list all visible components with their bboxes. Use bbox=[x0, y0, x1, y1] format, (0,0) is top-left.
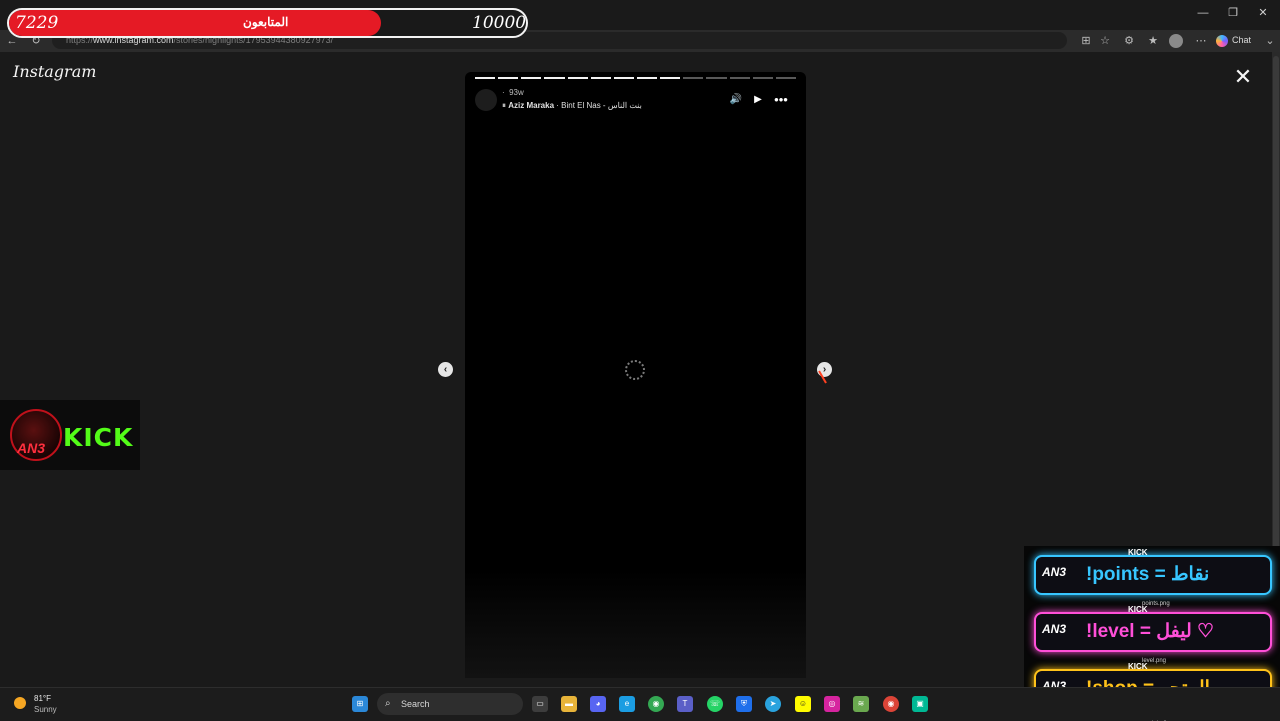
followers-goal: 10000 bbox=[472, 13, 527, 33]
start-windows-icon[interactable]: ⊞ bbox=[352, 696, 368, 712]
play-icon[interactable]: ▶ bbox=[751, 93, 765, 107]
volume-icon[interactable]: 🔊 bbox=[729, 93, 743, 107]
copilot-chat-button[interactable]: Chat bbox=[1216, 32, 1260, 49]
file-explorer-icon[interactable]: ▬ bbox=[561, 696, 577, 712]
story-progress-segment bbox=[729, 77, 750, 79]
story-progress-segment bbox=[544, 77, 565, 79]
more-menu-icon[interactable]: ⋯ bbox=[1193, 33, 1209, 49]
followers-goal-bar: 7229 المتابعون 10000 bbox=[7, 8, 528, 38]
followers-progress-fill bbox=[9, 10, 382, 36]
story-progress-segment bbox=[613, 77, 634, 79]
story-time-text: 93w bbox=[509, 88, 524, 97]
profile-avatar[interactable] bbox=[1169, 34, 1183, 48]
sidebar-toggle-icon[interactable]: ⌄ bbox=[1262, 33, 1278, 49]
story-progress-segment bbox=[752, 77, 773, 79]
extensions-icon[interactable]: ⚙ bbox=[1121, 33, 1137, 49]
task-view-icon[interactable]: ▭ bbox=[532, 696, 548, 712]
chrome-profile-icon[interactable]: ◉ bbox=[883, 696, 899, 712]
story-progress-segment bbox=[567, 77, 588, 79]
story-progress-segment bbox=[775, 77, 796, 79]
command-text: !points = نقاط bbox=[1086, 564, 1210, 585]
story-progress-segment bbox=[636, 77, 658, 79]
whatsapp-icon[interactable]: ☏ bbox=[707, 696, 723, 712]
command-banner: AN3 KICK !level = ليفل ♡ level.png bbox=[1034, 605, 1272, 664]
music-artist: Aziz Maraka bbox=[508, 101, 555, 110]
story-progress-segment bbox=[521, 77, 542, 79]
followers-current: 7229 bbox=[15, 13, 59, 33]
story-progress-segment bbox=[706, 77, 727, 79]
command-an3-badge: AN3 bbox=[1042, 565, 1067, 579]
sun-icon[interactable] bbox=[14, 697, 26, 709]
streamer-badge: AN3 bbox=[17, 440, 46, 456]
kick-studio-icon[interactable]: ▣ bbox=[912, 696, 928, 712]
favorites-icon[interactable]: ★ bbox=[1145, 33, 1161, 49]
snapchat-icon[interactable]: ☺ bbox=[795, 696, 811, 712]
story-more-icon[interactable]: ••• bbox=[774, 93, 788, 107]
chat-label: Chat bbox=[1232, 35, 1252, 45]
previous-story-button[interactable]: ‹ bbox=[438, 362, 453, 377]
story-progress-segment bbox=[475, 77, 496, 79]
window-close-button[interactable]: ✕ bbox=[1252, 4, 1274, 22]
command-kick-tag: KICK bbox=[1128, 605, 1148, 614]
story-progress-segment bbox=[683, 77, 704, 79]
music-title: Bint El Nas - بنت الناس bbox=[561, 101, 642, 110]
minimize-button[interactable]: — bbox=[1192, 4, 1214, 22]
weather-condition[interactable]: Sunny bbox=[34, 705, 57, 714]
search-icon: ⌕ bbox=[385, 698, 391, 709]
story-avatar[interactable] bbox=[475, 89, 497, 111]
taskbar-search[interactable]: Search bbox=[377, 693, 523, 715]
teams-icon[interactable]: T bbox=[677, 696, 693, 712]
command-kick-tag: KICK bbox=[1128, 548, 1148, 557]
copilot-icon bbox=[1216, 34, 1228, 47]
restore-button[interactable]: ❐ bbox=[1222, 4, 1244, 22]
defender-shield-icon[interactable]: ⛨ bbox=[736, 696, 752, 712]
telegram-icon[interactable]: ➤ bbox=[765, 696, 781, 712]
story-time-ago: · 93w bbox=[502, 88, 524, 97]
chrome-icon[interactable]: ◉ bbox=[648, 696, 664, 712]
layers-app-icon[interactable]: ≋ bbox=[853, 696, 869, 712]
story-music-info[interactable]: ⏸ Aziz Maraka · Bint El Nas - بنت الناس bbox=[502, 101, 642, 111]
edge-icon[interactable]: e bbox=[619, 696, 635, 712]
instagram-app-icon[interactable]: ◎ bbox=[824, 696, 840, 712]
instagram-logo[interactable]: Instagram bbox=[13, 62, 96, 81]
command-banner: AN3 KICK !points = نقاط points.png bbox=[1034, 548, 1272, 607]
close-story-icon[interactable]: ✕ bbox=[1232, 66, 1254, 88]
kick-logo: KICK bbox=[63, 423, 134, 452]
command-an3-badge: AN3 bbox=[1042, 622, 1067, 636]
loading-spinner-icon bbox=[625, 360, 645, 380]
search-label: Search bbox=[401, 699, 430, 709]
app-available-icon[interactable]: ⊞ bbox=[1078, 33, 1094, 49]
discord-icon[interactable]: ◕ bbox=[590, 696, 606, 712]
weather-temperature[interactable]: 81°F bbox=[34, 694, 51, 703]
story-progress-bar bbox=[475, 77, 796, 79]
story-progress-segment bbox=[498, 77, 519, 79]
story-bottom-gradient bbox=[465, 570, 806, 678]
story-progress-segment bbox=[590, 77, 611, 79]
taskbar bbox=[0, 687, 1280, 720]
followers-label: المتابعون bbox=[243, 15, 289, 29]
favorite-star-icon[interactable]: ☆ bbox=[1097, 33, 1113, 49]
command-kick-tag: KICK bbox=[1128, 662, 1148, 671]
command-text: !level = ليفل ♡ bbox=[1086, 621, 1215, 642]
story-progress-segment bbox=[660, 77, 681, 79]
